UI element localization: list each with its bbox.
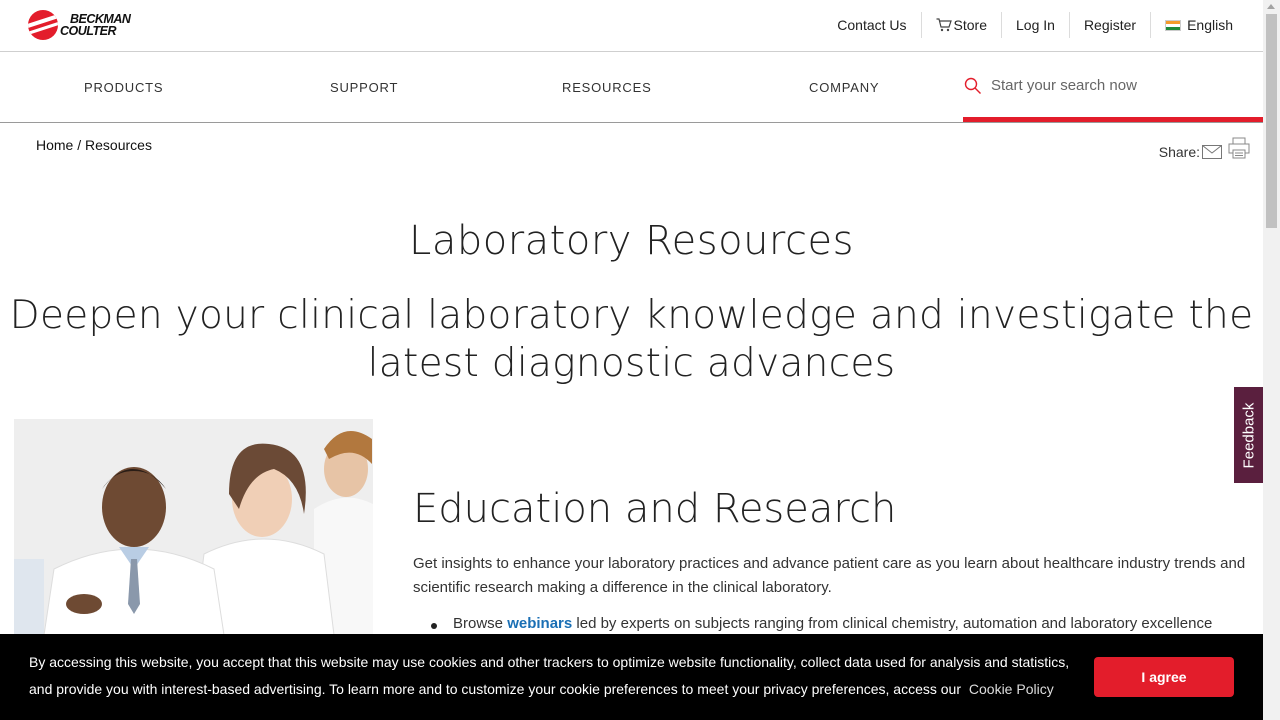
search-bar — [963, 53, 1263, 122]
lab-professionals-illustration — [14, 419, 373, 635]
store-label: Store — [953, 17, 987, 33]
page-scrollbar[interactable] — [1263, 0, 1280, 720]
logo-text-line2: COULTER — [60, 24, 117, 38]
email-icon[interactable] — [1202, 145, 1222, 159]
store-link[interactable]: Store — [922, 12, 1002, 38]
share-label: Share: — [1158, 144, 1200, 160]
webinars-link[interactable]: webinars — [507, 615, 572, 632]
contact-us-label: Contact Us — [837, 17, 907, 33]
page-title: Laboratory Resources — [409, 218, 854, 264]
agree-button[interactable]: I agree — [1094, 657, 1234, 697]
breadcrumb: Home / Resources — [36, 137, 152, 153]
breadcrumb-current: Resources — [85, 137, 152, 153]
register-label: Register — [1083, 17, 1137, 33]
top-utility-bar: BECKMAN COULTER Contact Us Store Log In … — [0, 0, 1263, 52]
nav-products[interactable]: PRODUCTS — [84, 80, 163, 95]
scroll-up-arrow-icon[interactable] — [1267, 4, 1275, 9]
search-icon[interactable] — [964, 77, 982, 95]
register-link[interactable]: Register — [1070, 12, 1152, 38]
language-selector[interactable]: English — [1151, 12, 1247, 38]
section-title: Education and Research — [413, 486, 897, 532]
page-subtitle: Deepen your clinical laboratory knowledg… — [9, 293, 1254, 386]
print-icon[interactable] — [1228, 137, 1250, 159]
bullet-prefix: Browse — [453, 615, 504, 632]
cookie-policy-link[interactable]: Cookie Policy — [969, 681, 1054, 697]
login-label: Log In — [1016, 17, 1055, 33]
section-intro: Get insights to enhance your laboratory … — [413, 555, 1246, 596]
cookie-message: By accessing this website, you accept th… — [29, 649, 1089, 703]
lab-professionals-photo — [14, 419, 373, 635]
utility-nav: Contact Us Store Log In Register English — [823, 0, 1247, 50]
feedback-label: Feedback — [1240, 402, 1257, 468]
search-input[interactable] — [991, 76, 1231, 94]
feedback-tab[interactable]: Feedback — [1234, 387, 1263, 483]
nav-resources[interactable]: RESOURCES — [562, 80, 652, 95]
logo-icon — [28, 10, 58, 40]
contact-us-link[interactable]: Contact Us — [823, 12, 922, 38]
nav-support[interactable]: SUPPORT — [330, 80, 398, 95]
share-bar: Share: — [1158, 137, 1250, 160]
main-nav: PRODUCTS SUPPORT RESOURCES COMPANY — [0, 53, 1263, 123]
bullet-icon — [431, 623, 437, 629]
beckman-coulter-logo[interactable]: BECKMAN COULTER — [28, 10, 131, 40]
login-link[interactable]: Log In — [1002, 12, 1070, 38]
breadcrumb-home[interactable]: Home — [36, 137, 73, 153]
bullet-suffix: led by experts on subjects ranging from … — [576, 615, 1213, 632]
cookie-text: By accessing this website, you accept th… — [29, 654, 1070, 697]
breadcrumb-separator: / — [77, 137, 82, 153]
language-label: English — [1187, 17, 1233, 33]
list-item: Browse webinars led by experts on subjec… — [431, 615, 1213, 632]
india-flag-icon — [1165, 19, 1182, 31]
nav-company[interactable]: COMPANY — [809, 80, 879, 95]
cookie-banner: By accessing this website, you accept th… — [0, 634, 1263, 720]
scroll-thumb[interactable] — [1266, 14, 1277, 228]
cart-icon — [936, 18, 952, 32]
